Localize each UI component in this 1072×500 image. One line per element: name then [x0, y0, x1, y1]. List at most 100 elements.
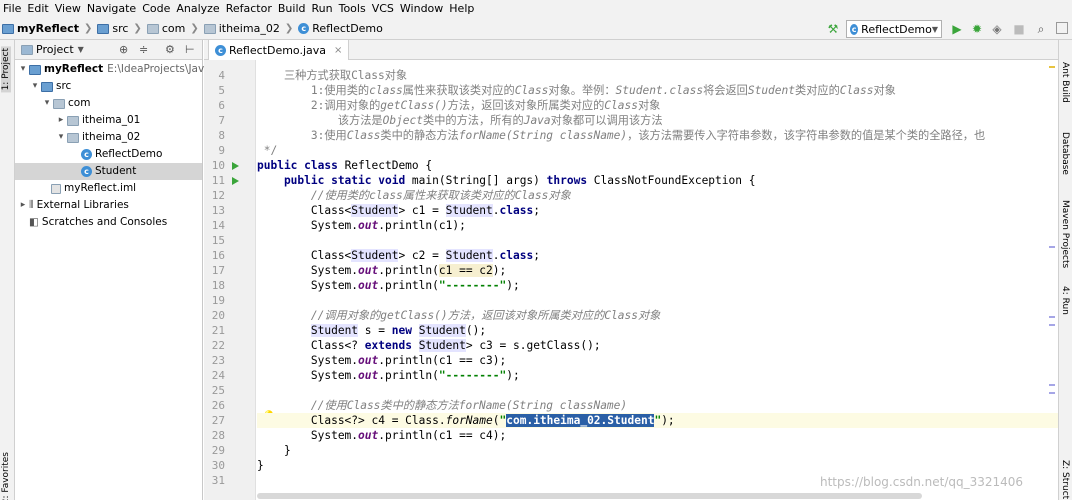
- tree-item-itheima01[interactable]: ▸ itheima_01: [55, 112, 141, 129]
- selected-text: com.itheima_02.Student: [506, 414, 655, 427]
- tree-item-scratches[interactable]: ◧ Scratches and Consoles: [29, 214, 167, 231]
- class-icon: c: [298, 23, 310, 34]
- breadcrumb-project[interactable]: myReflect: [0, 22, 81, 35]
- folder-icon: [97, 23, 110, 34]
- line-number: 26: [211, 399, 225, 412]
- editor-gutter: 4 5 6 7 8 9 10 11 12 13 14 15 16 17 18 1…: [204, 60, 276, 500]
- tab-favorites[interactable]: 2: Favorites: [1, 452, 11, 500]
- tree-item-myreflect[interactable]: ▾ myReflect E:\IdeaProjects\JavaSE: [17, 61, 224, 78]
- project-panel-title[interactable]: Project: [36, 43, 74, 56]
- tree-item-com[interactable]: ▾ com: [41, 95, 91, 112]
- menu-edit[interactable]: Edit: [24, 0, 51, 18]
- hide-icon[interactable]: ⊢: [185, 43, 195, 56]
- code-line: 2:调用对象的getClass()方法，返回该对象所属类对应的Class对象: [257, 99, 661, 112]
- menu-file[interactable]: File: [0, 0, 24, 18]
- line-number: 24: [211, 369, 225, 382]
- tab-database[interactable]: Database: [1060, 132, 1070, 175]
- code-line: 该方法是Object类中的方法，所有的Java对象都可以调用该方法: [257, 114, 663, 127]
- stop-icon[interactable]: ■: [1012, 22, 1026, 36]
- ide-window: File Edit View Navigate Code Analyze Ref…: [0, 0, 1072, 500]
- code-line: 3:使用Class类中的静态方法forName(String className…: [257, 129, 986, 142]
- close-icon[interactable]: ×: [334, 45, 342, 56]
- code-line: //使用Class类中的静态方法forName(String className…: [257, 399, 628, 412]
- usage-marker[interactable]: [1049, 324, 1055, 326]
- line-number: 17: [211, 264, 225, 277]
- usage-marker[interactable]: [1049, 246, 1055, 248]
- build-hammer-icon[interactable]: ⚒: [826, 22, 840, 36]
- code-line: System.out.println(c1);: [257, 219, 466, 232]
- gear-icon[interactable]: ⚙: [165, 43, 175, 56]
- warning-marker[interactable]: [1049, 66, 1055, 68]
- package-icon: [67, 115, 79, 126]
- line-number: 6: [218, 99, 225, 112]
- code-area[interactable]: 三种方式获取Class对象 1:使用类的class属性来获取该类对应的Class…: [257, 60, 1058, 500]
- debug-icon[interactable]: ✹: [970, 22, 984, 36]
- chevron-right-icon: ▸: [20, 200, 26, 210]
- collapse-icon[interactable]: ≑: [139, 43, 148, 56]
- menu-tools[interactable]: Tools: [336, 0, 369, 18]
- run-gutter-icon[interactable]: [232, 177, 239, 185]
- line-number: 21: [211, 324, 225, 337]
- search-icon[interactable]: ⌕: [1034, 22, 1048, 36]
- chevron-down-icon[interactable]: ▼: [78, 45, 84, 54]
- run-gutter-icon[interactable]: [232, 162, 239, 170]
- package-icon: [53, 98, 65, 109]
- line-number: 8: [218, 129, 225, 142]
- breadcrumb-itheima02[interactable]: itheima_02: [202, 22, 282, 35]
- menu-refactor[interactable]: Refactor: [223, 0, 275, 18]
- menu-run[interactable]: Run: [309, 0, 336, 18]
- code-editor: c ReflectDemo.java × 4 5 6 7 8 9 10 11 1…: [204, 40, 1058, 500]
- code-line: public static void main(String[] args) t…: [257, 174, 756, 187]
- tab-ant-build[interactable]: Ant Build: [1060, 62, 1070, 103]
- code-line: Class<Student> c1 = Student.class;: [257, 204, 540, 217]
- code-line: */: [257, 144, 278, 157]
- menu-build[interactable]: Build: [275, 0, 309, 18]
- run-icon[interactable]: ▶: [950, 22, 964, 36]
- menu-help[interactable]: Help: [446, 0, 477, 18]
- locate-icon[interactable]: ⊕: [119, 43, 128, 56]
- menu-code[interactable]: Code: [139, 0, 173, 18]
- project-view-icon: [21, 44, 33, 55]
- menu-bar: File Edit View Navigate Code Analyze Ref…: [0, 0, 1072, 18]
- breadcrumb-com[interactable]: com: [145, 22, 188, 35]
- line-number: 5: [218, 84, 225, 97]
- menu-navigate[interactable]: Navigate: [84, 0, 139, 18]
- tree-item-reflectdemo[interactable]: c ReflectDemo: [81, 146, 162, 163]
- frame-icon[interactable]: [1056, 22, 1068, 34]
- editor-tab-reflectdemo[interactable]: c ReflectDemo.java ×: [208, 40, 350, 60]
- menu-window[interactable]: Window: [397, 0, 446, 18]
- watermark-text: https://blog.csdn.net/qq_3321406: [820, 475, 1024, 489]
- line-number: 27: [211, 414, 225, 427]
- tree-item-src[interactable]: ▾ src: [29, 78, 72, 95]
- project-panel: Project ▼ ⊕ ≑ ⚙ ⊢ ▾ myReflect E:\IdeaProje…: [15, 40, 224, 500]
- line-number: 14: [211, 219, 225, 232]
- horizontal-scrollbar[interactable]: [257, 493, 922, 499]
- menu-vcs[interactable]: VCS: [369, 0, 397, 18]
- line-number: 28: [211, 429, 225, 442]
- package-icon: [203, 23, 216, 34]
- usage-marker[interactable]: [1049, 384, 1055, 386]
- code-line: 三种方式获取Class对象: [257, 69, 408, 82]
- code-line: }: [257, 444, 291, 457]
- run-configuration-select[interactable]: c ReflectDemo ▼: [846, 20, 942, 38]
- breadcrumb-src[interactable]: src: [95, 22, 130, 35]
- tree-item-itheima02[interactable]: ▾ itheima_02: [55, 129, 141, 146]
- right-tool-strip: Ant Build Database Maven Projects 4: Run…: [1058, 40, 1072, 500]
- tab-maven-projects[interactable]: Maven Projects: [1060, 200, 1070, 268]
- usage-marker[interactable]: [1049, 316, 1055, 318]
- scratches-icon: ◧: [29, 216, 39, 228]
- usage-marker[interactable]: [1049, 392, 1055, 394]
- tree-item-student[interactable]: c Student: [15, 163, 202, 180]
- menu-view[interactable]: View: [52, 0, 84, 18]
- left-tool-strip: 1: Project 2: Favorites: [0, 40, 15, 500]
- tab-run[interactable]: 4: Run: [1060, 286, 1070, 315]
- code-line: //使用类的class属性来获取该类对应的Class对象: [257, 189, 571, 202]
- tab-project[interactable]: 1: Project: [1, 46, 11, 93]
- tree-item-iml[interactable]: myReflect.iml: [51, 180, 136, 197]
- breadcrumb-reflectdemo[interactable]: c ReflectDemo: [296, 22, 385, 35]
- coverage-icon[interactable]: ◈: [990, 22, 1004, 36]
- menu-analyze[interactable]: Analyze: [173, 0, 222, 18]
- tab-structure[interactable]: Z: Struct: [1060, 460, 1070, 499]
- editor-tab-bar: c ReflectDemo.java ×: [204, 40, 1058, 60]
- tree-item-external-libraries[interactable]: ▸ ⦀ External Libraries: [17, 197, 129, 214]
